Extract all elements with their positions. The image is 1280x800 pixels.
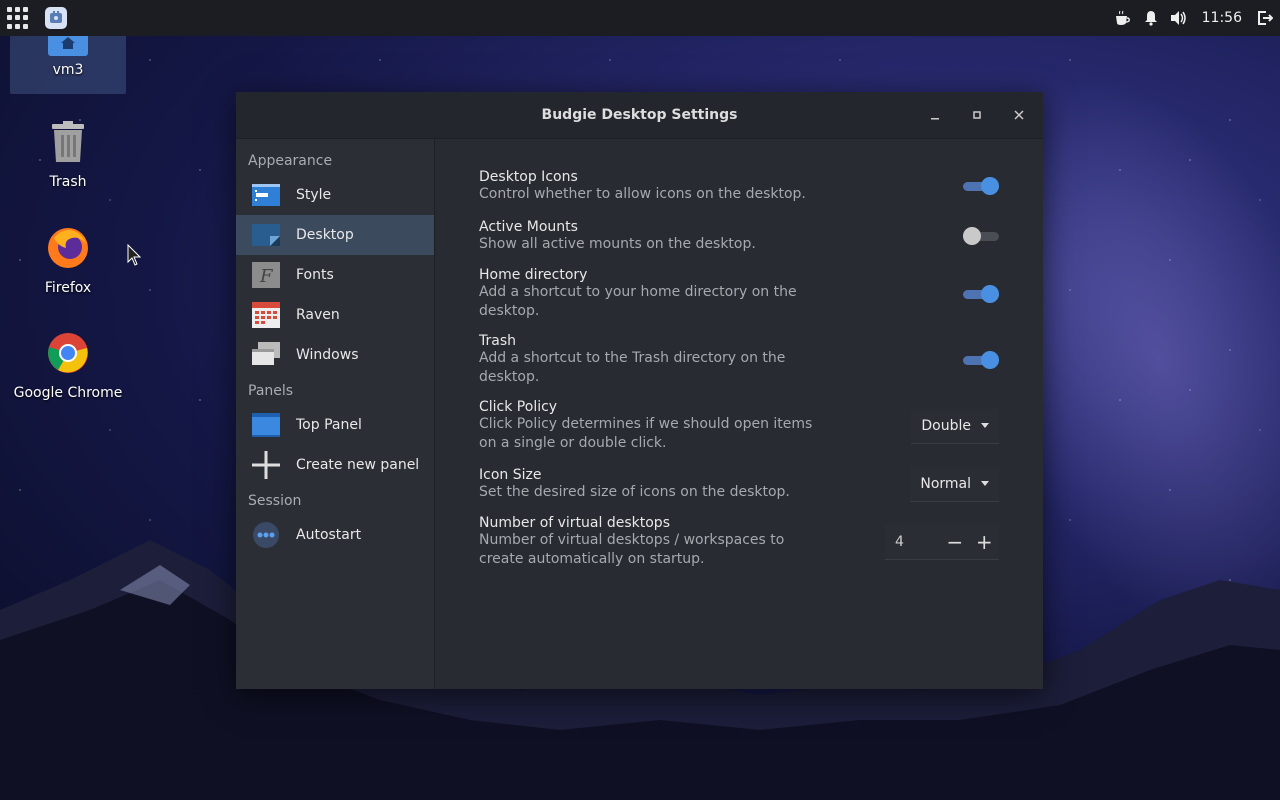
- desktop-icon-chrome[interactable]: Google Chrome: [10, 331, 126, 401]
- windows-icon: [252, 342, 280, 367]
- sidebar-item-top-panel[interactable]: Top Panel: [236, 405, 434, 445]
- trash-icon: [50, 120, 86, 168]
- setting-name: Active Mounts: [479, 218, 578, 235]
- desktop-icon-trash[interactable]: Trash: [10, 120, 126, 190]
- clock[interactable]: 11:56: [1202, 10, 1242, 26]
- setting-row-icon-size: Icon Size Set the desired size of icons o…: [479, 465, 999, 503]
- close-button[interactable]: [1009, 105, 1029, 125]
- sidebar-item-label: Top Panel: [296, 417, 362, 433]
- sidebar-item-label: Fonts: [296, 267, 334, 283]
- virtual-desktops-input[interactable]: 4: [885, 534, 940, 550]
- sidebar-item-label: Windows: [296, 347, 359, 363]
- mouse-pointer-icon: [127, 244, 141, 266]
- chevron-down-icon: [981, 481, 989, 486]
- setting-row-click-policy: Click Policy Click Policy determines if w…: [479, 399, 999, 453]
- panel-icon: [252, 413, 280, 437]
- sidebar-item-create-panel[interactable]: Create new panel: [236, 445, 434, 485]
- setting-description: Control whether to allow icons on the de…: [479, 185, 806, 202]
- section-header-session: Session: [248, 493, 302, 509]
- home-directory-toggle[interactable]: [963, 285, 999, 303]
- dropdown-value: Double: [921, 417, 971, 434]
- plus-icon: [252, 451, 280, 479]
- desktop-icon-firefox[interactable]: Firefox: [10, 226, 126, 296]
- setting-description: Show all active mounts on the desktop.: [479, 235, 756, 252]
- sidebar-item-label: Autostart: [296, 527, 362, 543]
- sidebar-item-label: Raven: [296, 307, 340, 323]
- autostart-icon: [252, 522, 280, 548]
- setting-row-trash: Trash Add a shortcut to the Trash directo…: [479, 333, 999, 387]
- setting-description: Click Policy determines if we should ope…: [479, 416, 813, 451]
- logout-icon[interactable]: [1256, 9, 1274, 27]
- setting-description: Add a shortcut to your home directory on…: [479, 284, 797, 319]
- sidebar-item-raven[interactable]: Raven: [236, 295, 434, 335]
- sidebar-item-label: Create new panel: [296, 457, 420, 473]
- volume-icon[interactable]: [1170, 9, 1188, 27]
- trash-toggle[interactable]: [963, 351, 999, 369]
- desktop-icon-label: vm3: [52, 62, 84, 78]
- maximize-button[interactable]: [967, 105, 987, 125]
- svg-text:F: F: [259, 266, 274, 287]
- setting-name: Click Policy: [479, 399, 558, 415]
- desktop-icon-label: Google Chrome: [13, 385, 123, 401]
- sidebar-item-label: Style: [296, 187, 332, 203]
- chrome-icon: [46, 331, 90, 379]
- sidebar-item-desktop[interactable]: Desktop: [236, 215, 434, 255]
- style-icon: [252, 183, 280, 207]
- desktop-icon-home[interactable]: vm3: [10, 30, 126, 94]
- decrement-button[interactable]: −: [940, 525, 969, 559]
- sidebar-item-autostart[interactable]: Autostart: [236, 515, 434, 555]
- click-policy-dropdown[interactable]: Double: [911, 408, 999, 444]
- desktop-icon-label: Firefox: [44, 280, 92, 296]
- desktop-icon-label: Trash: [49, 174, 87, 190]
- setting-name: Icon Size: [479, 466, 542, 483]
- setting-description: Set the desired size of icons on the des…: [479, 483, 790, 500]
- active-mounts-toggle[interactable]: [963, 227, 999, 245]
- sidebar-item-windows[interactable]: Windows: [236, 335, 434, 375]
- caffeine-icon[interactable]: [1114, 9, 1132, 27]
- settings-content: Desktop Icons Control whether to allow ic…: [435, 139, 1043, 689]
- desktop-icons-toggle[interactable]: [963, 177, 999, 195]
- setting-description: Add a shortcut to the Trash directory on…: [479, 350, 786, 385]
- settings-window: Budgie Desktop Settings Appearance Style…: [236, 92, 1043, 689]
- setting-row-virtual-desktops: Number of virtual desktops Number of virt…: [479, 515, 999, 569]
- virtual-desktops-spinbutton: 4 − +: [885, 524, 999, 560]
- setting-description: Number of virtual desktops / workspaces …: [479, 532, 785, 567]
- sidebar-item-style[interactable]: Style: [236, 175, 434, 215]
- window-title: Budgie Desktop Settings: [541, 107, 738, 123]
- sidebar-item-label: Desktop: [296, 227, 354, 243]
- sidebar-item-fonts[interactable]: F Fonts: [236, 255, 434, 295]
- dropdown-value: Normal: [920, 475, 971, 492]
- pinned-app-icon[interactable]: [45, 7, 67, 29]
- increment-button[interactable]: +: [970, 525, 999, 559]
- desktop-icon: [252, 223, 280, 247]
- chevron-down-icon: [981, 423, 989, 428]
- section-header-appearance: Appearance: [248, 153, 333, 169]
- setting-name: Trash: [479, 333, 516, 349]
- setting-row-home-directory: Home directory Add a shortcut to your hom…: [479, 267, 999, 321]
- app-menu-icon[interactable]: [7, 7, 29, 29]
- setting-name: Desktop Icons: [479, 168, 578, 185]
- section-header-panels: Panels: [248, 383, 294, 399]
- fonts-icon: F: [252, 262, 280, 288]
- minimize-button[interactable]: [925, 105, 945, 125]
- notifications-icon[interactable]: [1142, 9, 1160, 27]
- top-panel: 11:56: [0, 0, 1280, 36]
- settings-sidebar: Appearance Style Desktop F Fonts Raven W…: [236, 139, 435, 689]
- firefox-icon: [46, 226, 90, 274]
- setting-name: Number of virtual desktops: [479, 515, 670, 531]
- icon-size-dropdown[interactable]: Normal: [910, 466, 999, 502]
- window-titlebar[interactable]: Budgie Desktop Settings: [236, 92, 1043, 139]
- setting-name: Home directory: [479, 267, 588, 283]
- setting-row-active-mounts: Active Mounts Show all active mounts on t…: [479, 217, 999, 255]
- setting-row-desktop-icons: Desktop Icons Control whether to allow ic…: [479, 167, 999, 205]
- calendar-icon: [252, 302, 280, 328]
